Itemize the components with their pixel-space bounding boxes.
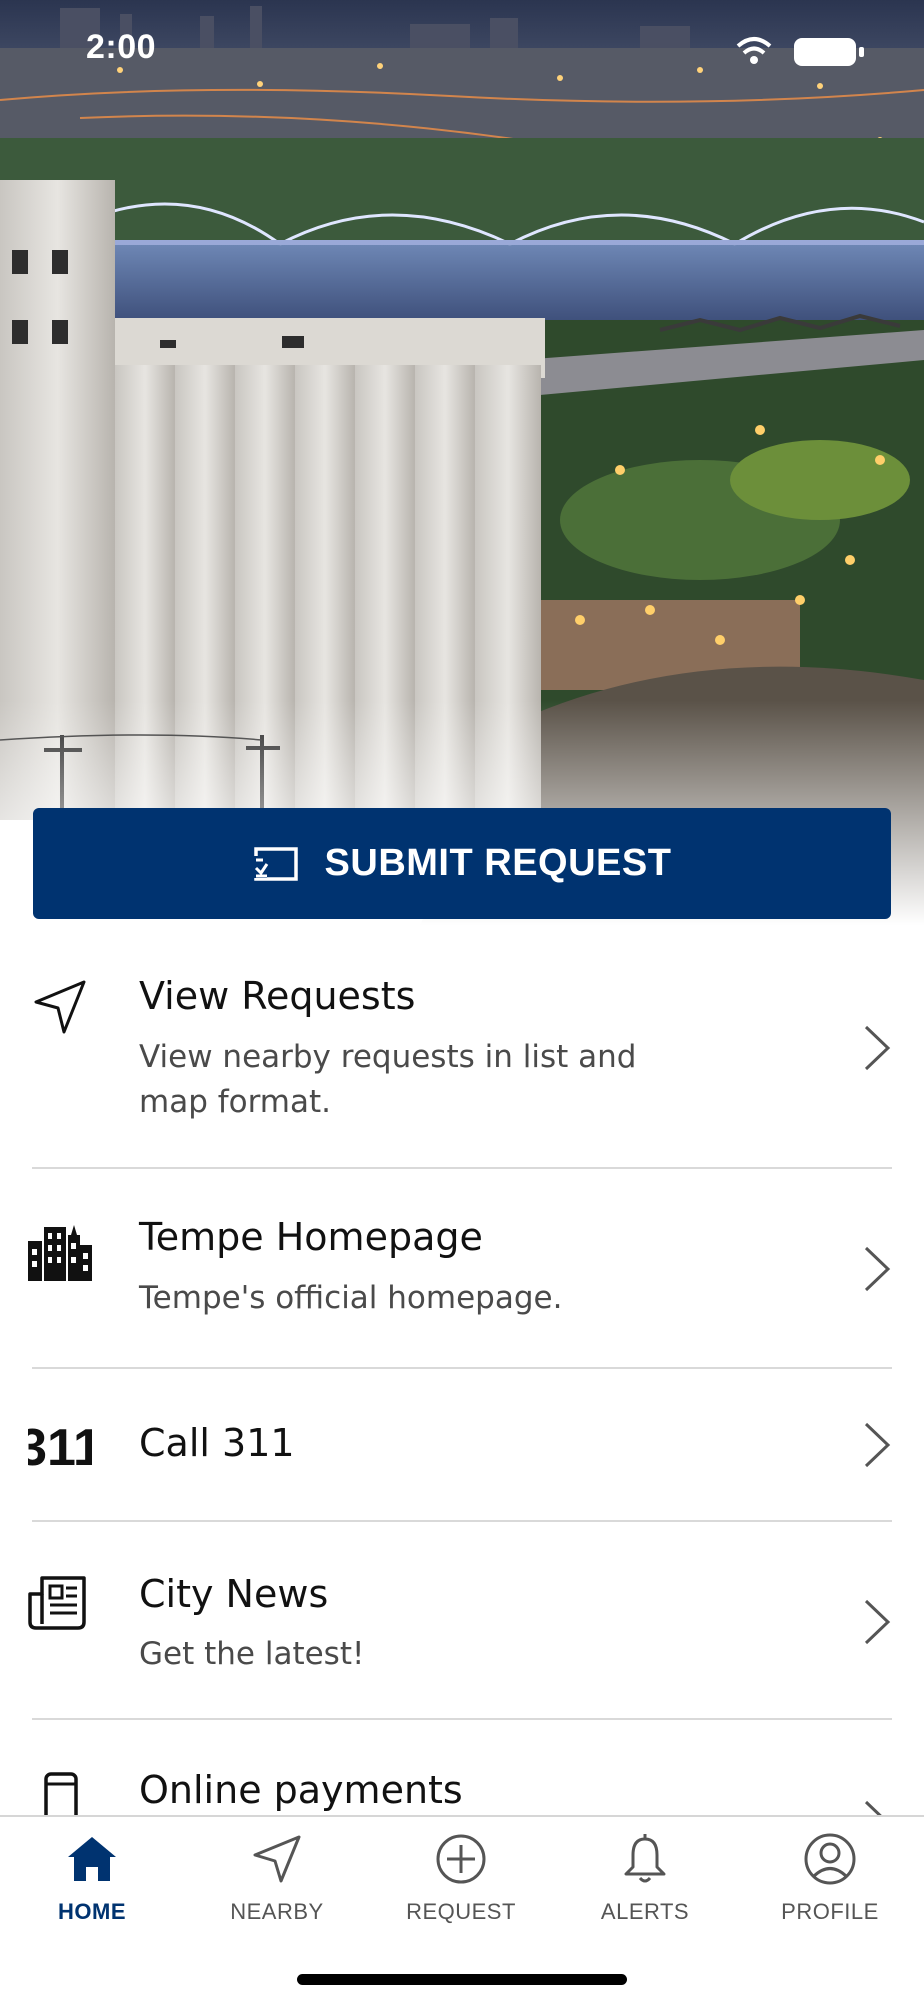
menu-item-title: City News [139, 1572, 329, 1616]
plus-circle-icon [436, 1834, 486, 1884]
bottom-tab-bar: HOME NEARBY REQUEST ALERTS PROFILE [0, 1815, 924, 2002]
menu-item-title: Online payments [139, 1768, 463, 1812]
tab-nearby-label: NEARBY [230, 1899, 324, 1924]
newspaper-icon [28, 1576, 86, 1630]
home-indicator [297, 1974, 627, 1985]
tab-profile-label: PROFILE [781, 1899, 879, 1924]
bell-icon [624, 1834, 666, 1883]
hero-image [0, 0, 924, 925]
status-time: 2:00 [86, 28, 157, 66]
menu-item-subtitle: View nearby requests in list and map for… [139, 1039, 637, 1120]
city-buildings-icon [28, 1225, 92, 1281]
svg-text:311: 311 [28, 1419, 92, 1477]
menu-item-title: Call 311 [139, 1421, 295, 1465]
menu-item-title: Tempe Homepage [139, 1215, 483, 1259]
tab-nearby[interactable]: NEARBY [202, 1831, 352, 1941]
wifi-battery-icon [736, 37, 864, 66]
chevron-right-icon [864, 1599, 891, 1645]
chevron-right-icon [864, 1025, 891, 1071]
tab-home[interactable]: HOME [17, 1831, 167, 1941]
submit-request-label: SUBMIT REQUEST [324, 842, 672, 884]
tab-request[interactable]: REQUEST [386, 1831, 536, 1941]
navigation-icon [253, 1835, 301, 1883]
menu-item-view-requests[interactable]: View Requests View nearby requests in li… [0, 920, 924, 1170]
menu-item-city-news[interactable]: City News Get the latest! [0, 1522, 924, 1720]
menu-item-subtitle: Tempe's official homepage. [139, 1280, 563, 1316]
user-circle-icon [804, 1833, 856, 1885]
tab-alerts-label: ALERTS [600, 1899, 690, 1924]
send-arrow-icon [34, 980, 86, 1034]
chevron-right-icon [864, 1422, 891, 1468]
report-screen-icon [252, 846, 298, 881]
status-bar: 2:00 [0, 0, 924, 100]
tab-profile[interactable]: PROFILE [755, 1831, 905, 1941]
submit-request-button[interactable]: SUBMIT REQUEST [33, 808, 891, 919]
chevron-right-icon [864, 1246, 891, 1292]
menu-item-call-311[interactable]: 311 Call 311 [0, 1369, 924, 1521]
menu-item-tempe-homepage[interactable]: Tempe Homepage Tempe's official homepage… [0, 1169, 924, 1369]
menu-item-title: View Requests [139, 974, 416, 1018]
menu-item-subtitle: Get the latest! [139, 1636, 365, 1672]
tab-home-label: HOME [58, 1899, 126, 1924]
311-icon: 311 [28, 1419, 92, 1477]
home-icon [68, 1837, 116, 1881]
tab-request-label: REQUEST [406, 1899, 516, 1924]
tab-alerts[interactable]: ALERTS [570, 1831, 720, 1941]
